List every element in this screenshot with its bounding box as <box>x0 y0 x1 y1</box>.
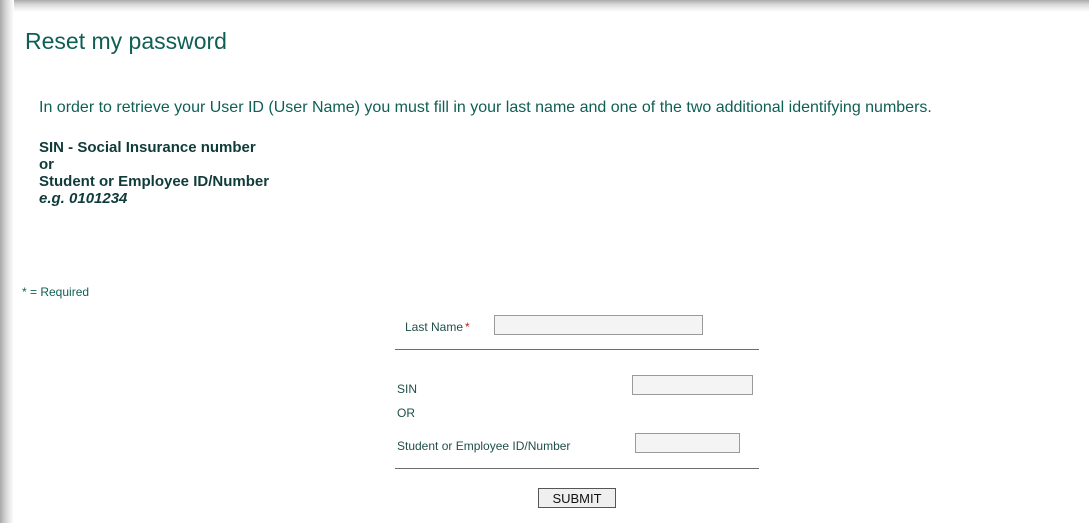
intro-text: In order to retrieve your User ID (User … <box>39 99 932 116</box>
or-separator: or <box>39 156 54 173</box>
student-id-label: Student or Employee ID/Number <box>397 439 571 453</box>
divider-bottom <box>395 468 759 469</box>
or-label: OR <box>397 406 415 420</box>
required-note: * = Required <box>22 285 90 299</box>
student-id-input[interactable] <box>635 433 740 453</box>
last-name-label: Last Name <box>405 320 464 334</box>
example-id: e.g. 0101234 <box>39 190 128 207</box>
sin-input[interactable] <box>632 375 753 395</box>
page-frame: Reset my password In order to retrieve y… <box>0 0 1089 523</box>
sin-label: SIN <box>397 382 418 396</box>
student-id-type-label: Student or Employee ID/Number <box>39 173 270 190</box>
window-shadow-top <box>0 0 1089 12</box>
required-marker: * <box>465 320 470 334</box>
sin-type-label: SIN - Social Insurance number <box>39 139 256 156</box>
page-title: Reset my password <box>25 28 227 54</box>
last-name-label-wrapper: Last Name * <box>405 320 470 334</box>
window-shadow-left <box>0 0 14 523</box>
last-name-input[interactable] <box>494 315 703 335</box>
divider-top <box>395 349 759 350</box>
identifier-types: SIN - Social Insurance number or Student… <box>39 139 269 207</box>
submit-button[interactable]: SUBMIT <box>538 488 616 508</box>
